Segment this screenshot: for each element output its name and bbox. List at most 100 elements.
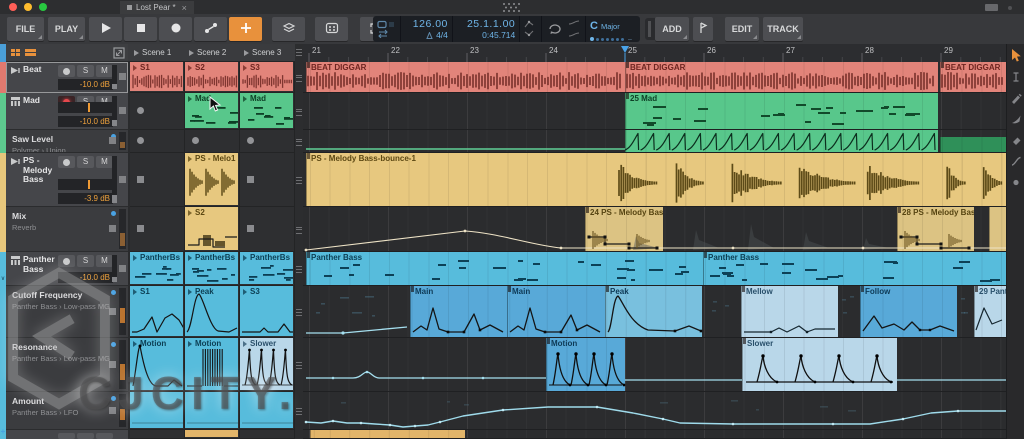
arranger-row-mix[interactable]: 24 PS - Melody Bass28 PS - Melody Bass xyxy=(303,207,1006,252)
track-header-beat[interactable]: BeatSM-10.0 dB xyxy=(6,62,128,93)
edit-menu-button[interactable]: EDIT xyxy=(725,17,759,41)
volume-slider[interactable] xyxy=(58,102,113,113)
arranger-row-partial[interactable] xyxy=(303,430,1006,439)
arranger-row-ps-melody-bass[interactable]: PS - Melody Bass-bounce-1 xyxy=(303,153,1006,207)
clip-stop-button[interactable] xyxy=(109,225,116,232)
stop-button[interactable] xyxy=(124,17,157,41)
clip-slot[interactable] xyxy=(130,207,185,252)
timeline-ruler[interactable]: 212223242526272829 xyxy=(303,44,1006,63)
mute-button[interactable]: M xyxy=(96,255,113,267)
arranger-clip[interactable] xyxy=(310,430,465,438)
clip-slot[interactable]: S3 xyxy=(240,286,295,338)
volume-slider[interactable] xyxy=(58,179,113,190)
clip-slot[interactable] xyxy=(185,392,240,430)
launcher-clip-peak[interactable]: Peak xyxy=(185,286,238,336)
clip-slot[interactable]: Peak xyxy=(185,286,240,338)
record-button[interactable] xyxy=(159,17,192,41)
clip-slot[interactable] xyxy=(185,130,240,153)
track-header-amount[interactable]: AmountPanther Bass › LFO xyxy=(6,392,128,430)
track-header-mix[interactable]: MixReverb xyxy=(6,207,128,252)
playhead-position[interactable]: 25.1.1.00 xyxy=(457,18,515,30)
launcher-clip[interactable] xyxy=(240,392,293,428)
launcher-clip-slower[interactable]: Slower xyxy=(240,338,293,390)
knife-tool[interactable] xyxy=(1010,112,1022,126)
arranger-clip-25-mad[interactable]: 25 Mad xyxy=(625,93,938,129)
clip-stop-button[interactable] xyxy=(119,176,126,183)
close-project-icon[interactable]: × xyxy=(182,3,187,13)
arranger-clip-main[interactable]: Main xyxy=(507,286,605,337)
scene-header-3[interactable]: Scene 3 xyxy=(240,44,299,62)
arranger-clip[interactable] xyxy=(989,207,1006,251)
launcher-clip-pantherbs[interactable]: PantherBs xyxy=(240,252,293,284)
clip-slot[interactable] xyxy=(130,93,185,130)
arranger-clip[interactable] xyxy=(625,130,938,152)
clip-slot[interactable] xyxy=(240,153,295,207)
launcher-clip-s3[interactable]: S3 xyxy=(240,286,293,336)
clip-stop-button[interactable] xyxy=(119,73,126,80)
arranger-row-amount[interactable] xyxy=(303,392,1006,430)
launcher-clip-mad[interactable]: Mad xyxy=(240,93,293,128)
key-root[interactable]: C xyxy=(590,20,598,32)
clip-slot[interactable]: Mad xyxy=(185,93,240,130)
launcher-clip-pantherbs[interactable]: PantherBs xyxy=(185,252,238,284)
track-header-cutoff-frequency[interactable]: Cutoff FrequencyPanther Bass › Low-pass … xyxy=(6,286,128,338)
automation-fader[interactable] xyxy=(119,340,126,389)
record-arm-button[interactable] xyxy=(58,65,75,77)
clip-slot[interactable]: Motion xyxy=(130,338,185,392)
arranger-clip-28-ps-melody-bass[interactable]: 28 PS - Melody Bass xyxy=(897,207,974,251)
arranger-row-saw-level[interactable] xyxy=(303,130,1006,153)
launcher-clip-s2[interactable]: S2 xyxy=(185,62,238,91)
launcher-clip-mad[interactable]: Mad xyxy=(185,93,238,128)
launcher-clip-s2[interactable]: S2 xyxy=(185,207,238,250)
automation-write-button[interactable] xyxy=(194,17,227,41)
launcher-clip-s1[interactable]: S1 xyxy=(130,286,183,336)
tempo-section[interactable]: 126.00 4/4 xyxy=(401,16,452,42)
solo-button[interactable]: S xyxy=(77,255,94,267)
launcher-clip-s3[interactable]: S3 xyxy=(240,62,293,91)
clip-stop-button[interactable] xyxy=(109,407,116,414)
arranger-clip[interactable] xyxy=(940,137,1006,152)
clip-slot[interactable]: S2 xyxy=(185,62,240,93)
clip-stop-button[interactable] xyxy=(119,107,126,114)
clip-slot[interactable] xyxy=(240,430,295,439)
curve-tool[interactable] xyxy=(1010,154,1022,168)
arranger-row-resonance[interactable]: MotionSlower xyxy=(303,338,1006,392)
time-signature[interactable]: 4/4 xyxy=(436,30,448,40)
overdub-button[interactable] xyxy=(229,17,262,41)
clip-stop-button[interactable] xyxy=(109,308,116,315)
key-scale[interactable]: Major xyxy=(601,22,620,31)
project-tab[interactable]: Lost Pear * × xyxy=(120,1,194,14)
clip-stop-button[interactable] xyxy=(119,265,126,272)
clip-slot[interactable]: S3 xyxy=(240,62,295,93)
automation-fader[interactable] xyxy=(119,288,126,335)
launcher-clip-motion[interactable]: Motion xyxy=(185,338,238,390)
clip-slot[interactable] xyxy=(130,392,185,430)
punch-section[interactable] xyxy=(520,16,541,42)
arranger-clip-ps-melody-bass-bounce-1[interactable]: PS - Melody Bass-bounce-1 xyxy=(306,153,1006,206)
playhead-time[interactable]: 0:45.714 xyxy=(457,30,515,40)
audition-tool[interactable] xyxy=(1010,175,1022,189)
launcher-clip-pantherbs[interactable]: PantherBs xyxy=(130,252,183,284)
tempo-value[interactable]: 126.00 xyxy=(405,18,447,30)
arranger-row-mad[interactable]: 25 Mad xyxy=(303,93,1006,130)
arranger-clip-beat-diggar[interactable]: BEAT DIGGAR xyxy=(940,62,1006,92)
solo-button[interactable]: S xyxy=(77,156,94,168)
clip-slot[interactable] xyxy=(130,130,185,153)
layered-editing-button[interactable] xyxy=(272,17,305,41)
eraser-tool[interactable] xyxy=(1010,133,1022,147)
arranger-clip-slower[interactable]: Slower xyxy=(742,338,897,391)
clip-slot[interactable] xyxy=(240,207,295,252)
track-header-saw-level[interactable]: Saw LevelPolymer › Union xyxy=(6,130,128,153)
track-header-partial[interactable] xyxy=(6,430,128,439)
arranger-clip-29-panther[interactable]: 29 Panther xyxy=(974,286,1006,337)
key-section[interactable]: CMajor – xyxy=(586,16,640,42)
arranger-row-beat[interactable]: BEAT DIGGARBEAT DIGGARBEAT DIGGAR xyxy=(303,62,1006,93)
record-arm-button[interactable] xyxy=(58,255,75,267)
file-menu-button[interactable]: FILE xyxy=(7,17,44,41)
clip-slot[interactable]: S1 xyxy=(130,286,185,338)
clip-stop-button[interactable] xyxy=(109,361,116,368)
clip-slot[interactable]: S1 xyxy=(130,62,185,93)
clip-slot[interactable] xyxy=(130,153,185,207)
transport-display[interactable]: 126.00 4/4 25.1.1.00 0:45.714 CMajor – xyxy=(373,16,640,42)
automation-fader[interactable] xyxy=(119,209,126,249)
